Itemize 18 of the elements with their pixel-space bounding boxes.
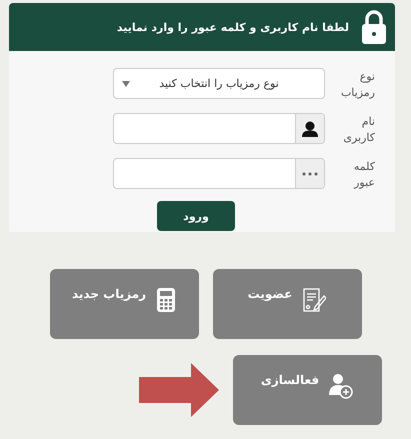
user-icon xyxy=(302,120,318,136)
document-pen-icon xyxy=(302,287,326,313)
dots-icon xyxy=(302,172,318,176)
login-button[interactable]: ورود xyxy=(157,201,235,231)
field-label: نام کاربری xyxy=(342,114,375,146)
menu-tile[interactable]: رمزیاب جدید xyxy=(50,269,198,339)
add-user-icon xyxy=(329,373,354,399)
header-title: لطفا نام کاربری و کلمه عبور را وارد نمایید xyxy=(116,20,349,34)
field-label: نوع رمزیاب xyxy=(340,69,375,101)
caret-icon xyxy=(122,81,130,87)
password-field[interactable] xyxy=(113,158,325,189)
username-field[interactable] xyxy=(113,113,325,144)
calculator-icon xyxy=(156,287,176,313)
select-field[interactable]: نوع رمزیاب را انتخاب کنید xyxy=(113,68,325,99)
field-label: کلمه عبور xyxy=(352,159,375,191)
menu-tile[interactable]: عضویت xyxy=(212,269,362,339)
menu-tile[interactable]: فعالسازی xyxy=(232,355,382,425)
lock-icon xyxy=(361,9,387,45)
